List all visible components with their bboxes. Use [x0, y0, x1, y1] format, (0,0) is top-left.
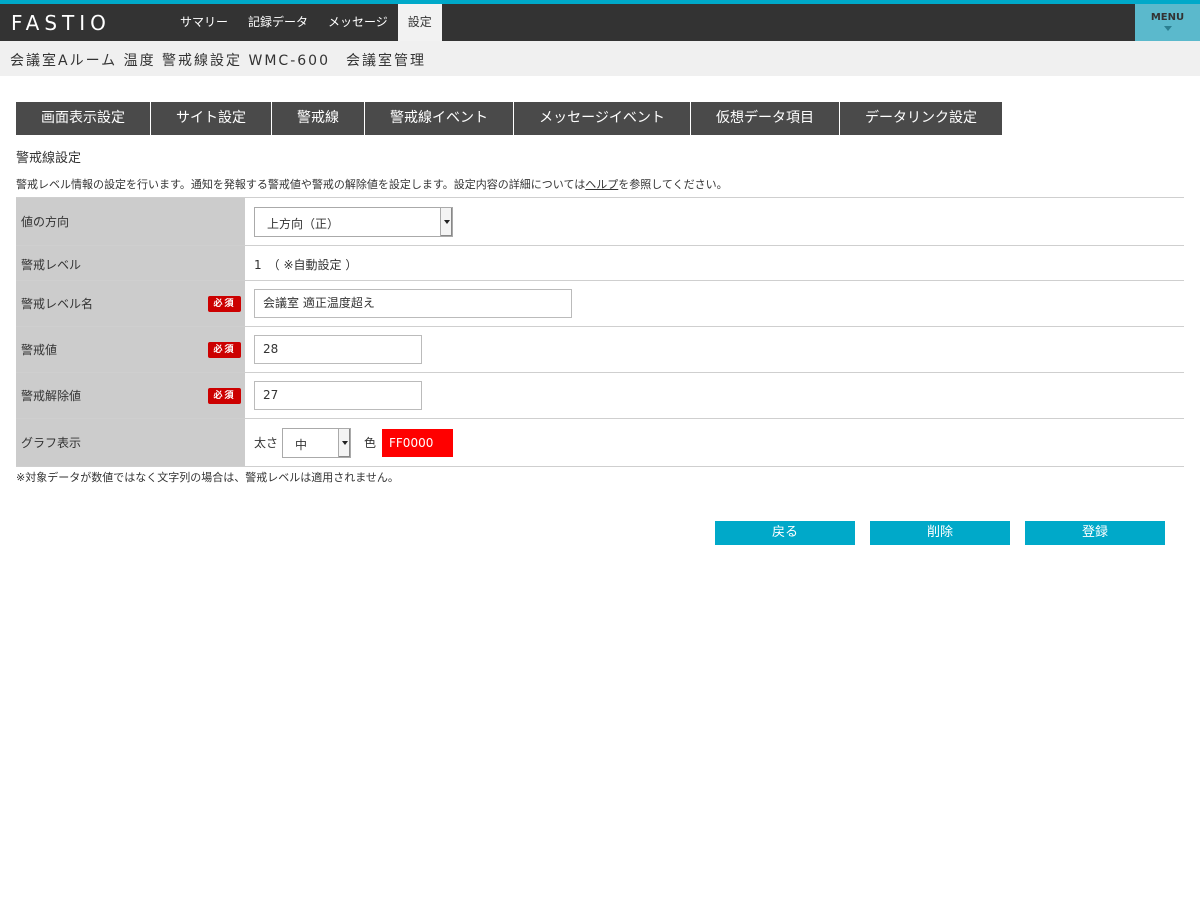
tab-data-link-settings[interactable]: データリンク設定 — [840, 102, 1002, 135]
color-label: 色 — [364, 436, 377, 450]
top-bar: FASTIO サマリー 記録データ メッセージ 設定 MENU — [0, 0, 1200, 41]
app-logo[interactable]: FASTIO — [11, 11, 111, 35]
alarm-value-input[interactable]: 28 — [254, 335, 422, 364]
thickness-selected-value: 中 — [295, 438, 308, 452]
nav-summary[interactable]: サマリー — [170, 4, 238, 41]
note-text: ※対象データが数値ではなく文字列の場合は、警戒レベルは適用されません。 — [16, 471, 399, 484]
register-button[interactable]: 登録 — [1025, 521, 1165, 545]
label-cell: 警戒レベル — [16, 246, 245, 280]
tab-display-settings[interactable]: 画面表示設定 — [16, 102, 151, 135]
section-title: 警戒線設定 — [16, 151, 82, 166]
tab-virtual-data-item[interactable]: 仮想データ項目 — [691, 102, 840, 135]
row-graph-display: グラフ表示 太さ 中 色 FF0000 — [16, 419, 1184, 467]
direction-selected-value: 上方向（正） — [267, 217, 340, 231]
label-cell: 警戒レベル名 必須 — [16, 281, 245, 326]
required-badge: 必須 — [208, 342, 241, 358]
tab-site-settings[interactable]: サイト設定 — [151, 102, 272, 135]
breadcrumb-text: 会議室Aルーム 温度 警戒線設定 WMC-600 会議室管理 — [10, 53, 426, 69]
nav-messages[interactable]: メッセージ — [318, 4, 398, 41]
help-link[interactable]: ヘルプ — [585, 178, 618, 191]
tab-alarm-line[interactable]: 警戒線 — [272, 102, 365, 135]
release-value-input[interactable]: 27 — [254, 381, 422, 410]
row-level-name: 警戒レベル名 必須 会議室 適正温度超え — [16, 281, 1184, 327]
alarm-value-label: 警戒値 — [21, 343, 58, 357]
label-cell: 値の方向 — [16, 198, 245, 245]
breadcrumb: 会議室Aルーム 温度 警戒線設定 WMC-600 会議室管理 — [0, 41, 1200, 76]
settings-tabs: 画面表示設定 サイト設定 警戒線 警戒線イベント メッセージイベント 仮想データ… — [16, 102, 1002, 135]
required-badge: 必須 — [208, 296, 241, 312]
dropdown-arrow-icon — [440, 208, 452, 236]
caret-down-icon — [1163, 26, 1172, 31]
menu-label: MENU — [1150, 12, 1185, 23]
row-direction: 値の方向 上方向（正） — [16, 198, 1184, 246]
delete-button[interactable]: 削除 — [870, 521, 1010, 545]
row-level: 警戒レベル 1 （ ※自動設定 ） — [16, 246, 1184, 281]
nav-settings[interactable]: 設定 — [397, 4, 442, 41]
row-alarm-value: 警戒値 必須 28 — [16, 327, 1184, 373]
row-release-value: 警戒解除値 必須 27 — [16, 373, 1184, 419]
color-input[interactable]: FF0000 — [382, 429, 453, 457]
dropdown-arrow-icon — [338, 429, 350, 457]
description-text: 警戒レベル情報の設定を行います。通知を発報する警戒値や警戒の解除値を設定します。… — [16, 178, 586, 191]
menu-button[interactable]: MENU — [1135, 4, 1200, 41]
release-value-label: 警戒解除値 — [21, 389, 82, 403]
direction-label: 値の方向 — [21, 215, 70, 229]
tab-alarm-line-event[interactable]: 警戒線イベント — [365, 102, 514, 135]
nav-records[interactable]: 記録データ — [238, 4, 318, 41]
label-cell: 警戒値 必須 — [16, 327, 245, 372]
label-cell: グラフ表示 — [16, 419, 245, 466]
level-label: 警戒レベル — [21, 258, 82, 272]
tab-message-event[interactable]: メッセージイベント — [514, 102, 691, 135]
back-button[interactable]: 戻る — [715, 521, 855, 545]
main-nav: サマリー 記録データ メッセージ 設定 — [170, 4, 442, 41]
thickness-label: 太さ — [254, 436, 279, 450]
level-value: 1 （ ※自動設定 ） — [254, 258, 358, 272]
thickness-select[interactable]: 中 — [282, 428, 351, 458]
description-text-end: を参照してください。 — [618, 178, 728, 191]
graph-display-label: グラフ表示 — [21, 436, 82, 450]
level-name-input[interactable]: 会議室 適正温度超え — [254, 289, 572, 318]
description: 警戒レベル情報の設定を行います。通知を発報する警戒値や警戒の解除値を設定します。… — [16, 176, 728, 192]
label-cell: 警戒解除値 必須 — [16, 373, 245, 418]
level-name-label: 警戒レベル名 — [21, 297, 94, 311]
direction-select[interactable]: 上方向（正） — [254, 207, 453, 237]
required-badge: 必須 — [208, 388, 241, 404]
alarm-line-form: 値の方向 上方向（正） 警戒レベル 1 （ ※自動設定 ） 警戒レベル名 必須 … — [16, 197, 1184, 467]
